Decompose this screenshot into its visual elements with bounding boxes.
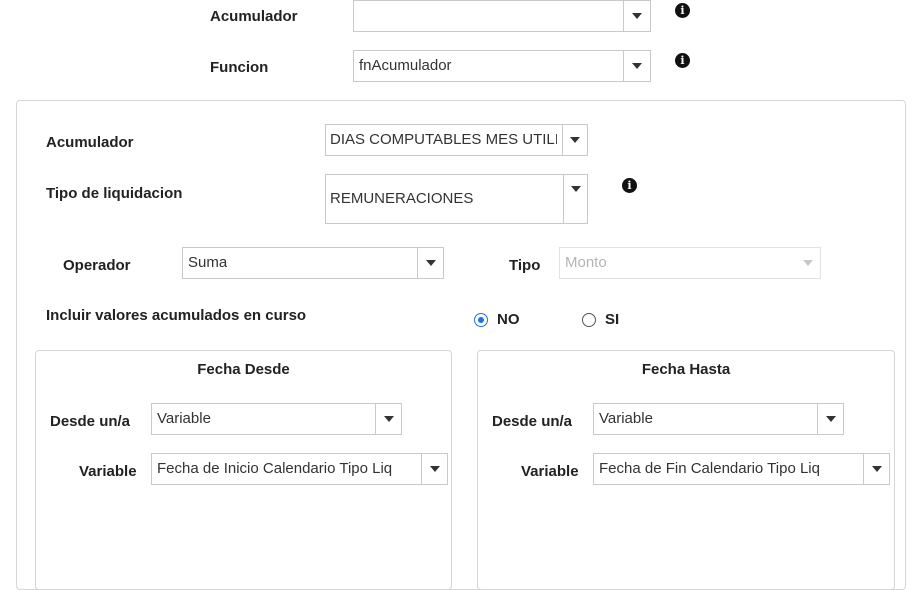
funcion-value: fnAcumulador [359,57,452,74]
chevron-down-icon[interactable] [417,248,443,278]
desde-un-a-label: Desde un/a [50,413,131,430]
variable-label: Variable [521,463,579,480]
fecha-desde-desde-select[interactable]: Variable [151,403,402,435]
radio-si-label[interactable]: SI [605,311,619,328]
chevron-down-icon[interactable] [623,51,650,81]
chevron-down-icon[interactable] [563,175,587,223]
fecha-hasta-desde-select[interactable]: Variable [593,403,844,435]
tipo-value: Monto [565,254,607,271]
desde-un-a-label: Desde un/a [492,413,573,430]
funcion-select[interactable]: fnAcumulador [353,50,651,82]
fecha-desde-title: Fecha Desde [197,361,290,378]
chevron-down-icon[interactable] [623,1,650,31]
fecha-hasta-variable-select[interactable]: Fecha de Fin Calendario Tipo Liq [593,453,890,485]
tipo-liquidacion-label: Tipo de liquidacion [46,185,183,202]
fecha-desde-desde-value: Variable [157,410,211,427]
tipo-liquidacion-select[interactable]: REMUNERACIONES [325,174,588,224]
chevron-down-icon[interactable] [863,454,889,484]
acumulador-value: DIAS COMPUTABLES MES UTILID [330,131,557,148]
tipo-select: Monto [559,247,821,279]
fecha-hasta-title: Fecha Hasta [641,361,731,378]
radio-no[interactable] [474,313,488,327]
acumulador-top-label: Acumulador [210,8,298,25]
acumulador-label: Acumulador [46,134,134,151]
tipo-liquidacion-value: REMUNERACIONES [330,190,474,207]
info-icon[interactable]: i [675,3,690,18]
incluir-valores-label: Incluir valores acumulados en curso [46,307,307,324]
operador-select[interactable]: Suma [182,247,444,279]
chevron-down-icon[interactable] [817,404,843,434]
tipo-label: Tipo [509,257,541,274]
fecha-hasta-desde-value: Variable [599,410,653,427]
radio-si[interactable] [582,313,596,327]
chevron-down-icon[interactable] [421,454,447,484]
fecha-hasta-variable-value: Fecha de Fin Calendario Tipo Liq [599,460,820,477]
funcion-label: Funcion [210,59,269,76]
variable-label: Variable [79,463,137,480]
operador-value: Suma [188,254,228,271]
acumulador-select[interactable]: DIAS COMPUTABLES MES UTILID [325,124,588,156]
acumulador-top-select[interactable] [353,0,651,32]
fecha-desde-variable-select[interactable]: Fecha de Inicio Calendario Tipo Liq [151,453,448,485]
fecha-desde-variable-value: Fecha de Inicio Calendario Tipo Liq [157,460,393,477]
info-icon[interactable]: i [675,53,690,68]
operador-label: Operador [63,257,131,274]
radio-no-label[interactable]: NO [497,311,520,328]
chevron-down-icon[interactable] [375,404,401,434]
chevron-down-icon[interactable] [562,125,587,155]
info-icon[interactable]: i [622,178,637,193]
chevron-down-icon [795,248,820,278]
